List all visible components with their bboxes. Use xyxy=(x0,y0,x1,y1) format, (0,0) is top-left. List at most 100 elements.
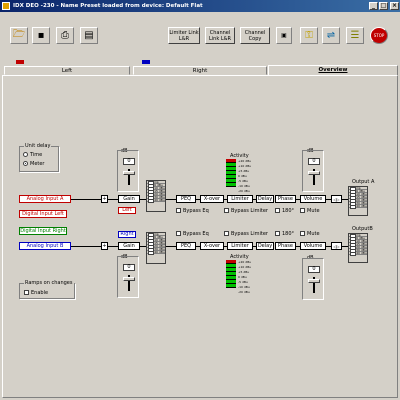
out-a-row: -40 dBu xyxy=(349,205,367,209)
phase-180-a-label: 180° xyxy=(282,208,295,214)
activity-meter-b xyxy=(226,260,236,294)
phase-a[interactable]: Phase xyxy=(275,195,296,203)
mute-b[interactable]: Mute xyxy=(300,231,320,237)
activity-seg xyxy=(226,284,236,288)
phase-180-b[interactable]: 180° xyxy=(275,231,294,237)
stop-icon[interactable]: STOP xyxy=(370,27,388,44)
mute-b-checkbox[interactable] xyxy=(300,231,305,236)
volume-b-knob[interactable] xyxy=(308,279,320,283)
activity-level: -20 dBu xyxy=(238,189,250,193)
volume-a-value[interactable]: 0 xyxy=(308,158,320,165)
analog-input-a[interactable]: Analog Input A xyxy=(19,195,71,203)
tab-right[interactable]: Right xyxy=(133,66,267,75)
bypass-limiter-b[interactable]: Bypass Limiter xyxy=(224,231,268,237)
tab-left[interactable]: Left xyxy=(4,66,130,75)
meter-b-row: -40 dBu xyxy=(147,251,165,255)
document-icon[interactable]: ▤ xyxy=(80,27,98,44)
activity-meter-a xyxy=(226,159,236,199)
gain-a-knob[interactable] xyxy=(123,171,135,175)
key-icon[interactable]: ⚿ xyxy=(300,27,318,44)
activity-a-labels: +20 dBu +10 dBu +5 dBu 0 dBu -5 dBu -10 … xyxy=(238,159,251,194)
bypass-eq-b-label: Bypass Eq xyxy=(183,231,209,237)
wire-a4 xyxy=(166,199,176,200)
print-icon[interactable]: ⎙ xyxy=(56,27,74,44)
phase-180-a-checkbox[interactable] xyxy=(275,208,280,213)
ramps-enable[interactable]: Enable xyxy=(24,290,48,296)
gain-a-value[interactable]: 0 xyxy=(123,158,135,165)
unit-delay-title: Unit delay xyxy=(24,143,52,149)
volume-a[interactable]: Volume xyxy=(300,195,326,203)
window-title: IDX DEO -230 - Name Preset loaded from d… xyxy=(13,3,203,9)
minimize-button[interactable]: _ xyxy=(369,2,378,10)
mute-b-label: Mute xyxy=(307,231,320,237)
phase-180-b-checkbox[interactable] xyxy=(275,231,280,236)
network-icon[interactable]: ⇌ xyxy=(322,27,340,44)
volume-b[interactable]: Volume xyxy=(300,242,326,250)
ramps-enable-checkbox[interactable] xyxy=(24,290,29,295)
time-option[interactable]: Time xyxy=(23,152,42,158)
mute-a[interactable]: Mute xyxy=(300,208,320,214)
notes-icon[interactable]: ☰ xyxy=(346,27,364,44)
gain-b-value[interactable]: 0 xyxy=(123,264,135,271)
bypass-limiter-b-checkbox[interactable] xyxy=(224,231,229,236)
delay-b[interactable]: Delay xyxy=(256,242,274,250)
peq-a[interactable]: PEQ xyxy=(176,195,196,203)
volume-b-fader[interactable]: 0 xyxy=(302,258,324,300)
close-button[interactable]: × xyxy=(390,2,399,10)
chip-icon[interactable]: ▣ xyxy=(276,27,292,44)
limiter-b[interactable]: Limiter xyxy=(227,242,253,250)
channel-a-side: Left xyxy=(118,207,136,214)
volume-b-value[interactable]: 0 xyxy=(308,266,320,273)
title-bar: IDX DEO -230 - Name Preset loaded from d… xyxy=(0,0,400,12)
ramps-enable-label: Enable xyxy=(31,290,49,296)
channel-copy-button[interactable]: Channel Copy xyxy=(240,27,270,44)
xover-a[interactable]: X-over xyxy=(200,195,224,203)
bypass-eq-a[interactable]: Bypass Eq xyxy=(176,208,209,214)
activity-level: -20 dBu xyxy=(238,290,250,294)
output-b-symbol: ◁▷ xyxy=(331,242,342,250)
delay-a[interactable]: Delay xyxy=(256,195,274,203)
time-radio[interactable] xyxy=(23,152,28,157)
input-meter-b: Clip -6 dBu -10 dBu -15 dBu -20 dBu -30 … xyxy=(146,232,166,264)
ramps-title: Ramps on changes xyxy=(24,280,74,286)
phase-180-a[interactable]: 180° xyxy=(275,208,294,214)
digital-input-left[interactable]: Digital Input Left xyxy=(19,210,67,218)
xover-b[interactable]: X-over xyxy=(200,242,224,250)
channel-b-side: Right xyxy=(118,231,136,238)
channel-link-button[interactable]: Channel Link L&R xyxy=(205,27,235,44)
bypass-eq-b-checkbox[interactable] xyxy=(176,231,181,236)
volume-a-fader[interactable]: 0 xyxy=(302,150,324,192)
phase-b[interactable]: Phase xyxy=(275,242,296,250)
input-meter-a: Clip -6 dBu -10 dBu -15 dBu -20 dBu -30 … xyxy=(146,180,166,212)
digital-input-right[interactable]: Digital Input Right xyxy=(19,227,67,235)
gain-b-block[interactable]: Gain xyxy=(118,242,140,250)
limiter-link-button[interactable]: Limiter Link L&R xyxy=(168,27,200,44)
bypass-eq-a-checkbox[interactable] xyxy=(176,208,181,213)
right-tab-marker xyxy=(142,60,150,64)
gain-b-fader[interactable]: 0 xyxy=(117,256,139,298)
meter-radio[interactable] xyxy=(23,161,28,166)
volume-a-knob[interactable] xyxy=(308,171,320,175)
analog-input-b[interactable]: Analog Input B xyxy=(19,242,71,250)
meter-option[interactable]: Meter xyxy=(23,161,44,167)
ramps-group: Ramps on changes Enable xyxy=(19,280,75,299)
activity-b-labels: +20 dBu +10 dBu +5 dBu 0 dBu -5 dBu -10 … xyxy=(238,260,251,295)
bypass-limiter-a[interactable]: Bypass Limiter xyxy=(224,208,268,214)
bypass-eq-b[interactable]: Bypass Eq xyxy=(176,231,209,237)
bypass-limiter-a-checkbox[interactable] xyxy=(224,208,229,213)
output-meter-b: Clip -6 dBu -10 dBu -15 dBu -20 dBu -30 … xyxy=(348,233,368,263)
save-icon[interactable]: ▪ xyxy=(32,27,50,44)
mute-a-checkbox[interactable] xyxy=(300,208,305,213)
time-label: Time xyxy=(30,152,43,158)
phase-180-b-label: 180° xyxy=(282,231,295,237)
maximize-button[interactable]: □ xyxy=(379,2,388,10)
gain-b-knob[interactable] xyxy=(123,277,135,281)
bypass-eq-a-label: Bypass Eq xyxy=(183,208,209,214)
wire-a2 xyxy=(108,199,118,200)
bypass-limiter-a-label: Bypass Limiter xyxy=(231,208,268,214)
gain-a-fader[interactable]: 0 xyxy=(117,150,139,192)
meter-label: Meter xyxy=(30,161,45,167)
gain-a-block[interactable]: Gain xyxy=(118,195,140,203)
open-folder-icon[interactable]: 🗁 xyxy=(10,27,28,44)
peq-b[interactable]: PEQ xyxy=(176,242,196,250)
